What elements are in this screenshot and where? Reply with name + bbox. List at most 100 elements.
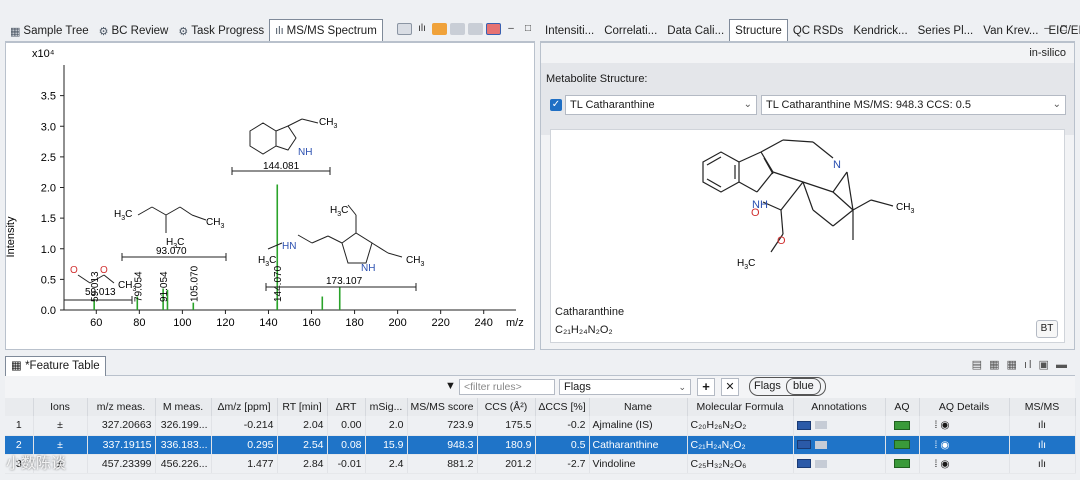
column-header[interactable]: AQ Details (919, 398, 1010, 416)
cell-formula: C₂₁H₂₄N₂O₂ (687, 435, 794, 455)
cell-dccs: -2.7 (535, 454, 590, 474)
column-header[interactable]: AQ (885, 398, 920, 416)
tab-bc-review[interactable]: ⚙ BC Review (94, 21, 174, 41)
aq-details-icon[interactable]: ⁞ ◉ (935, 458, 950, 470)
column-header[interactable]: CCS (Å²) (477, 398, 536, 416)
filter-icon: ▼ (445, 380, 456, 392)
tree-icon: ▦ (10, 25, 21, 38)
column-header[interactable]: M meas. (155, 398, 212, 416)
compound-name: Catharanthine (555, 306, 625, 318)
cell-annotations[interactable] (793, 416, 886, 436)
column-header[interactable]: Δm/z [ppm] (211, 398, 278, 416)
tl-badge-icon[interactable] (796, 459, 811, 469)
tab-qc-rsds[interactable]: QC RSDs (788, 21, 848, 41)
tab-msms-spectrum[interactable]: ılı MS/MS Spectrum (269, 19, 383, 41)
column-header[interactable]: Name (589, 398, 688, 416)
tab-task-progress[interactable]: ⚙ Task Progress (173, 21, 269, 41)
layout-icon[interactable] (397, 23, 412, 35)
column-header[interactable]: MS/MS score (407, 398, 478, 416)
column-header[interactable]: Ions (33, 398, 88, 416)
chevron-down-icon: ⌄ (743, 99, 752, 110)
maximize-icon[interactable]: □ (1057, 23, 1071, 35)
tab-label: Intensiti... (545, 25, 595, 37)
gray-icon[interactable] (450, 23, 465, 35)
spectrum-plot[interactable]: 60 80 100 120 140 160 180 200 220 240 0.0 0.5 1.0 1.5… (5, 42, 535, 350)
tl-badge-icon[interactable] (796, 420, 811, 430)
compound-select[interactable]: TL Catharanthine ⌄ (565, 95, 757, 115)
cell-aq-details[interactable]: ⁞ ◉ (919, 416, 1010, 436)
bt-button[interactable]: BT (1036, 320, 1058, 338)
gray-icon[interactable] (468, 23, 483, 35)
si-badge-icon[interactable] (814, 459, 827, 468)
column-header[interactable]: MS/MS (1009, 398, 1076, 416)
spectrum-icon[interactable]: ılı (1038, 439, 1046, 451)
column-header[interactable]: ΔCCS [%] (535, 398, 590, 416)
tl-badge-icon[interactable] (796, 440, 811, 450)
cell-msms[interactable]: ılı (1009, 416, 1076, 436)
cell-aq-details[interactable]: ⁞ ◉ (919, 435, 1010, 455)
table-row[interactable]: 3 ±457.23399 456.226... 1.477 2.84 -0.01 2.4 88… (5, 454, 1076, 474)
feature-table-tabbar: ▦ *Feature Table ▤ ▦ ▦ ıl ▣ ▬ (5, 354, 1075, 376)
cell-msms[interactable]: ılı (1009, 435, 1076, 455)
compound-formula: C₂₁H₂₄N₂O₂ (555, 324, 613, 336)
mirror-icon[interactable] (486, 23, 501, 35)
flags-select[interactable]: Flags ⌄ (559, 379, 691, 395)
table-body: 1 ±327.20663 326.199... -0.214 2.04 0.00 2.0 72… (5, 416, 1076, 474)
flags-chip-value[interactable]: blue (785, 378, 821, 395)
column-header[interactable] (5, 398, 34, 416)
compound-select-value: TL Catharanthine (570, 99, 655, 111)
aq-details-icon[interactable]: ⁞ ◉ (935, 419, 950, 431)
tab-series-plot[interactable]: Series Pl... (913, 21, 979, 41)
cell-annotations[interactable] (793, 435, 886, 455)
column-header[interactable]: Annotations (793, 398, 886, 416)
column-header[interactable]: m/z meas. (87, 398, 156, 416)
table-row[interactable]: 2 ±337.19115 336.183... 0.295 2.54 0.08 15.9 94… (5, 435, 1076, 455)
tab-intensities[interactable]: Intensiti... (540, 21, 599, 41)
cell-mz: 327.20663 (87, 416, 156, 436)
minimize-icon[interactable]: – (504, 23, 518, 35)
tab-correlation[interactable]: Correlati... (599, 21, 662, 41)
add-filter-button[interactable]: + (697, 378, 715, 396)
cell-score: 881.2 (407, 454, 478, 474)
si-badge-icon[interactable] (814, 440, 827, 449)
column-header[interactable]: mSig... (365, 398, 408, 416)
clear-filter-button[interactable]: ✕ (721, 378, 739, 396)
minimize-icon[interactable]: – (1040, 23, 1054, 35)
structure-canvas[interactable]: N NH O O CH3 H3C Catharanthine C₂₁H₂₄N₂O… (550, 129, 1065, 343)
cell-M: 326.199... (155, 416, 212, 436)
maximize-icon[interactable]: □ (521, 23, 535, 35)
filter-rules-input[interactable]: <filter rules> (459, 379, 555, 395)
flags-filter-chip[interactable]: Flags blue (749, 377, 826, 396)
msms-select[interactable]: TL Catharanthine MS/MS: 948.3 CCS: 0.5 ⌄ (761, 95, 1066, 115)
app-window: ▦ Sample Tree ⚙ BC Review ⚙ Task Progres… (0, 0, 1080, 480)
tab-data-calibration[interactable]: Data Cali... (662, 21, 729, 41)
tab-van-krevelen[interactable]: Van Krev... (978, 21, 1043, 41)
feature-table-panel: ▦ *Feature Table ▤ ▦ ▦ ıl ▣ ▬ ▼ <filter … (5, 354, 1076, 480)
spectrum-icon[interactable]: ılı (1038, 419, 1046, 431)
cell-msms[interactable]: ılı (1009, 454, 1076, 474)
right-panel: Intensiti... Correlati... Data Cali... S… (540, 18, 1080, 350)
table-row[interactable]: 1 ±327.20663 326.199... -0.214 2.04 0.00 2.0 72… (5, 416, 1076, 436)
cell-msig: 2.4 (365, 454, 408, 474)
tab-sample-tree[interactable]: ▦ Sample Tree (5, 21, 94, 41)
cell-annotations[interactable] (793, 454, 886, 474)
cell-aq-details[interactable]: ⁞ ◉ (919, 454, 1010, 474)
tab-structure[interactable]: Structure (729, 19, 788, 41)
feature-table-tools[interactable]: ▤ ▦ ▦ ıl ▣ ▬ (972, 358, 1069, 371)
cell-M: 456.226... (155, 454, 212, 474)
spectrum-icon[interactable]: ılı (1038, 458, 1046, 470)
indole-ch3-text: CH3 (319, 117, 337, 130)
x-tick-label: 160 (302, 317, 320, 329)
aq-details-icon[interactable]: ⁞ ◉ (935, 439, 950, 451)
si-badge-icon[interactable] (814, 421, 827, 430)
tab-kendrick[interactable]: Kendrick... (848, 21, 912, 41)
orange-icon[interactable] (432, 23, 447, 35)
column-header[interactable]: Molecular Formula (687, 398, 794, 416)
spectrum-icon[interactable]: ılı (415, 23, 429, 35)
column-header[interactable]: ΔRT (327, 398, 366, 416)
column-header[interactable]: RT [min] (277, 398, 328, 416)
x-tick-label: 140 (259, 317, 277, 329)
compound-checkbox[interactable]: ✓ (550, 99, 562, 111)
cell-ccs: 175.5 (477, 416, 536, 436)
tab-feature-table[interactable]: ▦ *Feature Table (5, 356, 106, 376)
